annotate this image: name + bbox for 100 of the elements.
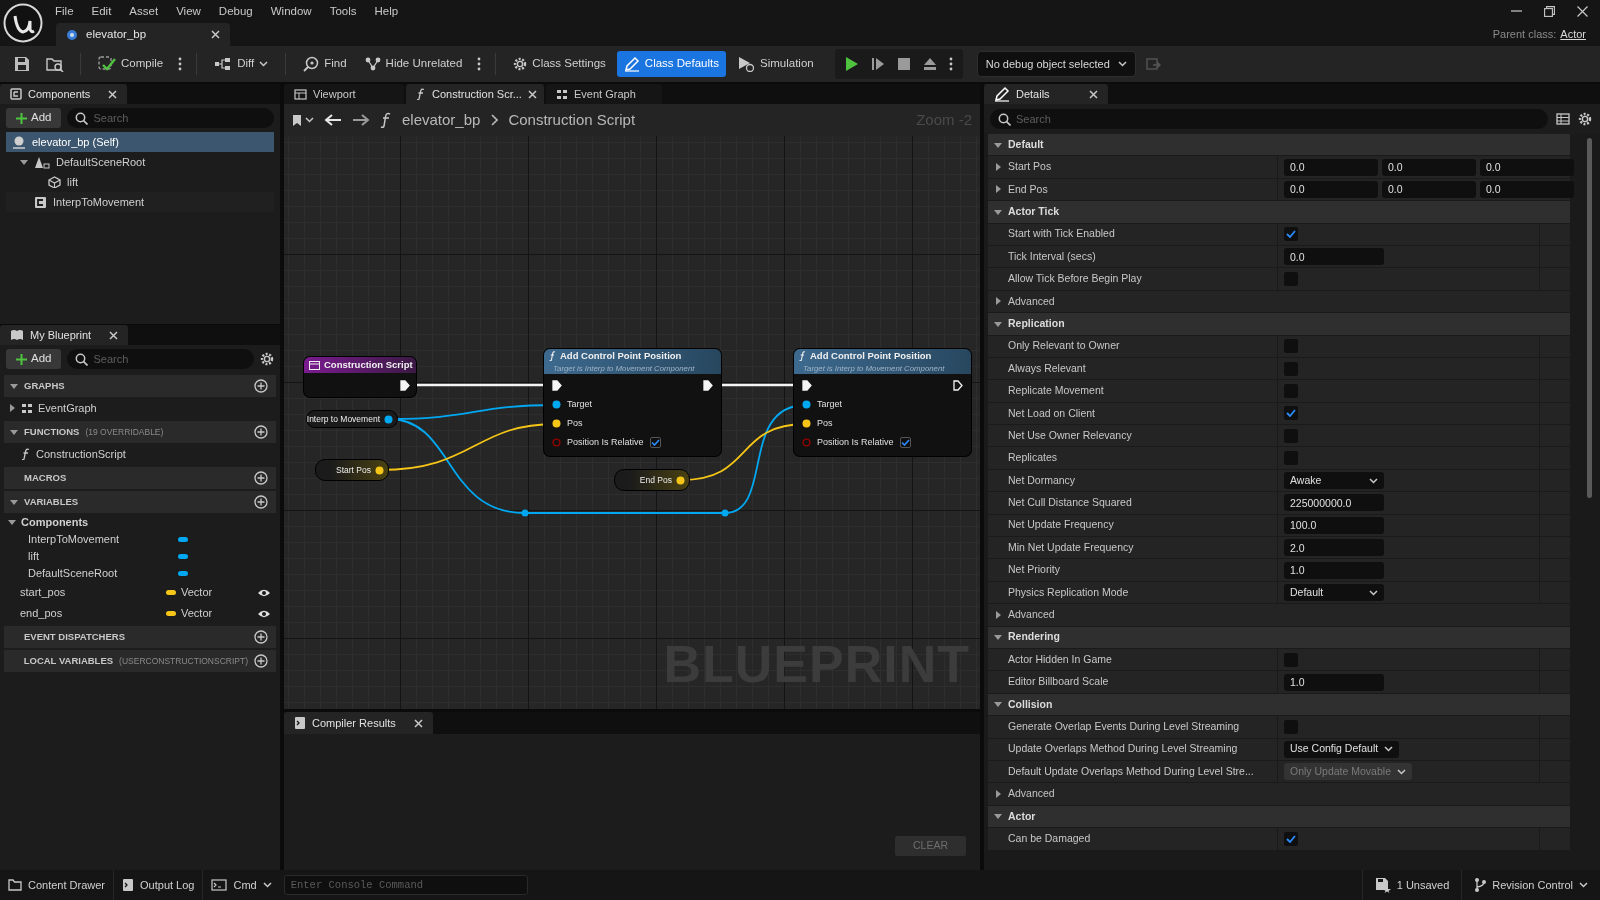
status-button[interactable]: 1 Unsaved <box>1361 870 1462 900</box>
category-item[interactable]: Components <box>0 513 280 531</box>
add-button[interactable]: Add <box>6 349 62 369</box>
menu-item[interactable]: Debug <box>209 0 262 22</box>
menu-item[interactable]: File <box>46 0 83 22</box>
variable-name[interactable]: DefaultSceneRoot <box>28 565 178 582</box>
debug-object-dropdown[interactable]: No debug object selected <box>976 51 1136 77</box>
menu-item[interactable]: View <box>167 0 210 22</box>
tree-item[interactable]: DefaultSceneRoot <box>6 152 274 172</box>
property-label: Net Load on Client <box>1008 405 1095 421</box>
input-field[interactable]: 0.0 <box>1382 158 1476 176</box>
pin-label: Target <box>567 397 592 411</box>
search-field[interactable]: Search <box>990 109 1548 129</box>
property-label: Replicate Movement <box>1008 383 1104 399</box>
toolbar-button[interactable]: Class Settings <box>506 51 613 77</box>
tree-item[interactable]: lift <box>6 172 274 192</box>
category-header[interactable]: Replication <box>988 313 1570 336</box>
toolbar-button[interactable]: Class Defaults <box>616 51 726 77</box>
graph-tab[interactable]: Construction Scr... <box>406 84 544 104</box>
search-field[interactable]: Search <box>67 349 254 369</box>
tree-item[interactable]: InterpToMovement <box>6 192 274 212</box>
advanced-group-header[interactable]: Advanced <box>988 290 1570 314</box>
toolbar-button[interactable]: Hide Unrelated <box>357 51 470 77</box>
input-field[interactable]: 0.0 <box>1284 158 1378 176</box>
input-field[interactable]: 0.0 <box>1284 180 1378 198</box>
variable-name[interactable]: InterpToMovement <box>28 531 178 548</box>
status-button[interactable]: Content Drawer <box>0 870 115 900</box>
menu-item[interactable]: Help <box>365 0 408 22</box>
status-button[interactable]: Cmd <box>203 870 280 900</box>
property-label: Start with Tick Enabled <box>1008 226 1115 242</box>
document-tab[interactable]: elevator_bp <box>56 23 230 46</box>
panel-tab[interactable]: Compiler Results <box>284 712 433 734</box>
category-header[interactable]: Actor <box>988 805 1570 829</box>
section-header[interactable]: GRAPHS <box>4 375 276 397</box>
graph-tab[interactable]: Event Graph <box>546 84 662 104</box>
variable-node[interactable]: Interp to Movement <box>306 410 398 428</box>
toolbar-button[interactable]: Find <box>296 51 354 77</box>
panel-tab[interactable]: Details <box>984 84 1108 104</box>
input-field[interactable]: 0.0 <box>1382 180 1476 198</box>
breadcrumb-item[interactable]: elevator_bp <box>402 108 481 132</box>
node-title: Add Control Point Position <box>560 348 682 363</box>
advanced-group-header[interactable]: Advanced <box>988 604 1570 627</box>
input-field[interactable]: 0.0 <box>1480 158 1574 176</box>
breadcrumb-item[interactable]: Construction Script <box>508 108 636 132</box>
dropdown[interactable]: Default <box>1284 584 1384 601</box>
search-field[interactable]: Search <box>67 108 274 128</box>
input-field[interactable]: 0.0 <box>1284 248 1384 266</box>
tree-item[interactable]: elevator_bp (Self) <box>6 132 274 152</box>
status-button[interactable]: Revision Control <box>1461 870 1600 900</box>
input-field[interactable]: 225000000.0 <box>1284 494 1384 512</box>
input-field[interactable]: 1.0 <box>1284 673 1384 691</box>
category-header[interactable]: Rendering <box>988 626 1570 649</box>
property-label: Replicates <box>1008 450 1058 466</box>
console-input[interactable]: Enter Console Command <box>283 875 528 895</box>
variable-node[interactable]: Start Pos <box>315 459 389 481</box>
panel-tab[interactable]: Components <box>0 84 128 104</box>
menu-item[interactable]: Asset <box>120 0 168 22</box>
panel-tab[interactable]: My Blueprint <box>0 325 129 345</box>
dropdown[interactable]: Use Config Default <box>1284 740 1400 758</box>
category-header[interactable]: Default <box>988 134 1570 157</box>
section-header[interactable]: VARIABLES <box>4 491 276 513</box>
section-header[interactable]: LOCAL VARIABLES (USERCONSTRUCTIONSCRIPT) <box>4 650 276 672</box>
menu-item[interactable]: Tools <box>320 0 366 22</box>
toolbar-button[interactable]: Compile <box>91 51 171 77</box>
variable-name[interactable]: lift <box>28 548 178 565</box>
property-label: Min Net Update Frequency <box>1008 539 1134 555</box>
category-header[interactable]: Actor Tick <box>988 201 1570 224</box>
property-label: Only Relevant to Owner <box>1008 338 1120 354</box>
property-label: Can be Damaged <box>1008 830 1091 846</box>
property-label: End Pos <box>1008 181 1048 197</box>
graph-item[interactable]: EventGraph <box>0 397 280 419</box>
toolbar-button[interactable]: Diff <box>207 51 276 77</box>
input-field[interactable]: 100.0 <box>1284 516 1384 534</box>
section-header[interactable]: FUNCTIONS (19 OVERRIDABLE) <box>4 421 276 443</box>
parent-class-link[interactable]: Actor <box>1560 25 1586 43</box>
menu-item[interactable]: Edit <box>82 0 121 22</box>
property-label: Always Relevant <box>1008 360 1086 376</box>
section-header[interactable]: MACROS <box>4 467 276 489</box>
property-label: Allow Tick Before Begin Play <box>1008 271 1142 287</box>
pin-label: Position Is Relative <box>817 435 894 449</box>
variable-type: Vector <box>181 585 214 601</box>
property-label: Net Dormancy <box>1008 472 1076 488</box>
status-button[interactable]: Output Log <box>114 870 204 900</box>
input-field[interactable]: 1.0 <box>1284 561 1384 579</box>
variable-name[interactable]: end_pos <box>20 605 166 622</box>
function-item[interactable]: ConstructionScript <box>0 443 280 465</box>
menu-item[interactable]: Window <box>261 0 321 22</box>
variable-name[interactable]: start_pos <box>20 584 166 601</box>
advanced-group-header[interactable]: Advanced <box>988 783 1570 806</box>
category-header[interactable]: Collision <box>988 693 1570 717</box>
input-field[interactable]: 2.0 <box>1284 539 1384 557</box>
add-button[interactable]: Add <box>6 108 62 128</box>
input-field[interactable]: 0.0 <box>1480 180 1574 198</box>
dropdown[interactable]: Awake <box>1284 472 1384 490</box>
graph-tab[interactable]: Viewport <box>284 84 404 104</box>
section-header[interactable]: EVENT DISPATCHERS <box>4 626 276 648</box>
variable-node[interactable]: End Pos <box>614 469 690 491</box>
toolbar-button[interactable]: Simulation <box>730 51 821 77</box>
property-label: Net Use Owner Relevancy <box>1008 427 1132 443</box>
event-node[interactable]: Construction Script <box>304 357 416 397</box>
